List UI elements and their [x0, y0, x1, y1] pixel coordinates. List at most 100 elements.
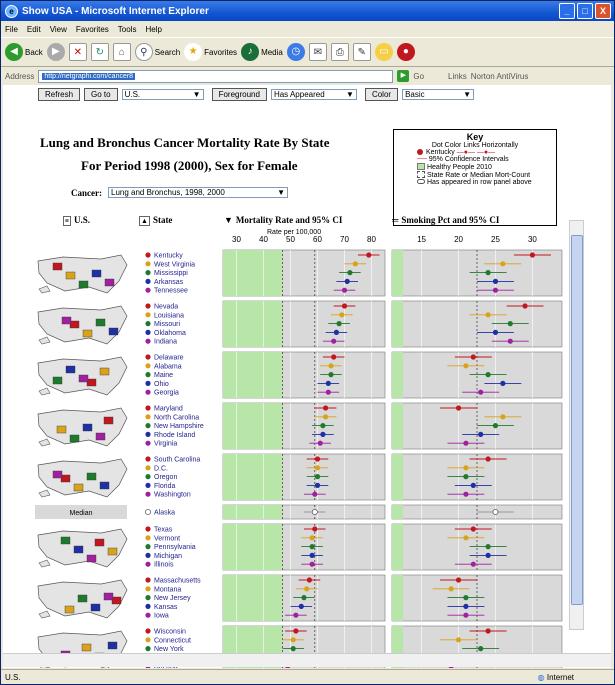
links-label[interactable]: Links [448, 72, 467, 81]
go-arrow-icon[interactable]: ▶ [397, 70, 410, 82]
state-name: Ohio [154, 381, 169, 388]
state-dot [145, 646, 151, 652]
healthy-people-zone [392, 403, 404, 449]
go-button[interactable]: Go [413, 72, 424, 81]
state-highlight [91, 269, 102, 278]
healthy-people-zone [392, 301, 404, 347]
state-name: Massachusetts [154, 578, 201, 585]
back-button[interactable]: ◀ Back [5, 43, 43, 61]
panel-scroll-thumb[interactable] [571, 235, 583, 605]
state-dot [145, 595, 151, 601]
horizontal-scrollbar[interactable] [3, 653, 611, 667]
state-name: New Hampshire [154, 423, 204, 430]
state-dot [145, 491, 151, 497]
menu-file[interactable]: File [5, 25, 18, 34]
folder-icon[interactable]: ▭ [374, 43, 393, 61]
menu-view[interactable]: View [50, 25, 67, 34]
smoking-point [470, 354, 476, 360]
mortality-point [293, 628, 299, 634]
healthy-people-zone [392, 352, 404, 398]
state-name: Connecticut [154, 637, 191, 644]
state-highlight [78, 280, 89, 289]
smoking-point [507, 321, 513, 327]
state-dot [145, 338, 151, 344]
state-name: Mississippi [154, 270, 188, 277]
state-highlight [77, 594, 88, 603]
state-name: Vermont [154, 535, 180, 542]
alaska-shape [38, 336, 51, 345]
smoking-point [478, 646, 484, 652]
state-dot [145, 509, 151, 515]
state-highlight [103, 592, 114, 601]
smoking-point [478, 389, 484, 395]
state-name: Tennessee [154, 288, 188, 295]
media-button[interactable]: ♪ Media [241, 43, 283, 61]
state-name: Texas [154, 527, 173, 534]
mortality-point [341, 303, 348, 309]
menu-edit[interactable]: Edit [27, 25, 41, 34]
refresh-icon[interactable]: ↻ [90, 43, 109, 61]
norton-label[interactable]: Norton AntiVirus [471, 72, 529, 81]
state-highlight [64, 605, 75, 614]
mail-icon[interactable]: ✉ [308, 43, 327, 61]
mortality-point [331, 354, 337, 360]
smoking-point [507, 338, 513, 344]
menu-bar: File Edit View Favorites Tools Help [1, 22, 614, 36]
smoking-point [485, 270, 491, 276]
state-name: Nevada [154, 304, 178, 311]
state-highlight [65, 365, 76, 374]
mortality-tick-label: 80 [367, 235, 376, 244]
state-dot [145, 456, 151, 462]
media-icon: ♪ [241, 43, 260, 61]
mortality-tick-label: 70 [340, 235, 349, 244]
maximize-button[interactable]: □ [577, 3, 593, 19]
search-icon: ⚲ [134, 43, 153, 61]
status-bar: U.S. ◍ Internet [1, 669, 614, 684]
state-dot [145, 586, 151, 592]
menu-help[interactable]: Help [145, 25, 161, 34]
mortality-point [320, 423, 326, 429]
search-button[interactable]: ⚲ Search [134, 43, 180, 61]
edit-icon[interactable]: ✎ [352, 43, 371, 61]
state-highlight [108, 327, 119, 336]
state-dot [145, 363, 151, 369]
messenger-icon[interactable]: ● [396, 43, 415, 61]
healthy-people-zone [223, 352, 283, 398]
print-icon[interactable]: ⎙ [330, 43, 349, 61]
mortality-point [293, 612, 299, 618]
forward-button[interactable]: ▶ [46, 43, 65, 61]
state-name: Georgia [154, 390, 179, 397]
close-button[interactable]: X [595, 3, 611, 19]
state-name: D.C. [154, 465, 168, 472]
healthy-people-zone [392, 454, 404, 500]
favorites-button[interactable]: ★ Favorites [184, 43, 237, 61]
healthy-people-zone [223, 403, 283, 449]
state-dot [145, 552, 151, 558]
menu-tools[interactable]: Tools [118, 25, 137, 34]
mortality-point [341, 287, 348, 293]
mortality-point [328, 363, 334, 369]
mortality-point [352, 261, 358, 267]
panel-scrollbar[interactable] [569, 220, 584, 630]
menu-favorites[interactable]: Favorites [76, 25, 109, 34]
history-icon[interactable]: ◷ [286, 43, 305, 61]
state-highlight [111, 596, 122, 605]
back-arrow-icon: ◀ [5, 43, 23, 61]
state-highlight [104, 278, 115, 287]
state-name: Rhode Island [154, 432, 195, 439]
minimize-button[interactable]: _ [559, 3, 575, 19]
state-highlight [86, 472, 97, 481]
smoking-point [485, 544, 491, 550]
state-name: Virginia [154, 441, 177, 448]
alaska-shape [38, 610, 51, 619]
home-icon[interactable]: ⌂ [112, 43, 131, 61]
smoking-point [455, 405, 462, 411]
median-label: Median [70, 510, 93, 517]
mortality-point [304, 586, 310, 592]
stop-icon[interactable]: ✕ [68, 43, 87, 61]
state-name: Maine [154, 372, 173, 379]
state-highlight [60, 474, 71, 483]
alaska-shape [38, 285, 51, 294]
state-dot [145, 561, 151, 567]
address-input[interactable]: http://netgraphi.com/cancer8 [38, 69, 394, 83]
